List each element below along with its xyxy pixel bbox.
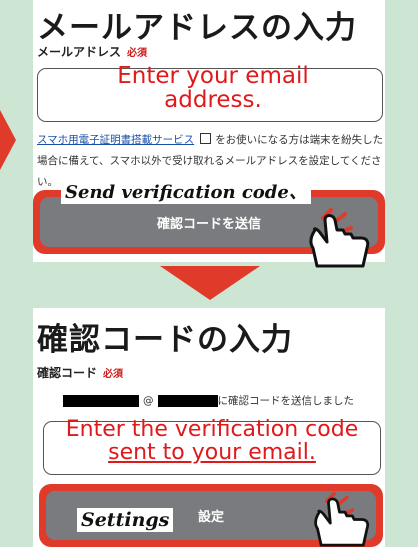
required-badge: 必須 (103, 369, 124, 380)
email-input-card: メールアドレスの入力 メールアドレス 必須 Enter your email ad… (33, 0, 385, 268)
code-field-label: 確認コード 必須 (37, 364, 123, 381)
pointing-hand-icon (314, 492, 370, 547)
at-sign: @ (143, 394, 154, 407)
code-label-text: 確認コード (37, 366, 98, 380)
settings-caption: Settings (77, 508, 174, 532)
masked-email-message: @ に確認コードを送信しました (63, 393, 354, 408)
code-input-card: 確認コードの入力 確認コード 必須 @ に確認コードを送信しました Enter t… (33, 308, 385, 547)
code-input-hint: Enter the verification code sent to your… (45, 418, 379, 464)
redacted-email-domain (157, 394, 218, 407)
external-link-icon (200, 133, 212, 144)
required-badge: 必須 (127, 48, 148, 59)
send-code-caption: Send verification code、 (61, 178, 311, 204)
code-hint-line-2: sent to your email. (108, 440, 316, 466)
email-input-hint: Enter your email address. (53, 64, 373, 112)
code-hint-line-1: Enter the verification code (65, 417, 359, 442)
section-title: 確認コードの入力 (37, 322, 293, 358)
smartphone-service-link[interactable]: スマホ用電子証明書搭載サービス (37, 134, 194, 146)
email-label-text: メールアドレス (37, 45, 122, 59)
sent-message: に確認コードを送信しました (217, 395, 355, 407)
arrow-right-icon (0, 110, 16, 170)
email-hint-line-1: Enter your email (117, 63, 309, 89)
email-hint-line-2: address. (164, 87, 262, 114)
redacted-email-user (63, 394, 139, 407)
email-field-label: メールアドレス 必須 (37, 43, 147, 60)
pointing-hand-icon (309, 208, 370, 268)
arrow-down-icon (160, 266, 260, 300)
page-title: メールアドレスの入力 (37, 10, 357, 46)
